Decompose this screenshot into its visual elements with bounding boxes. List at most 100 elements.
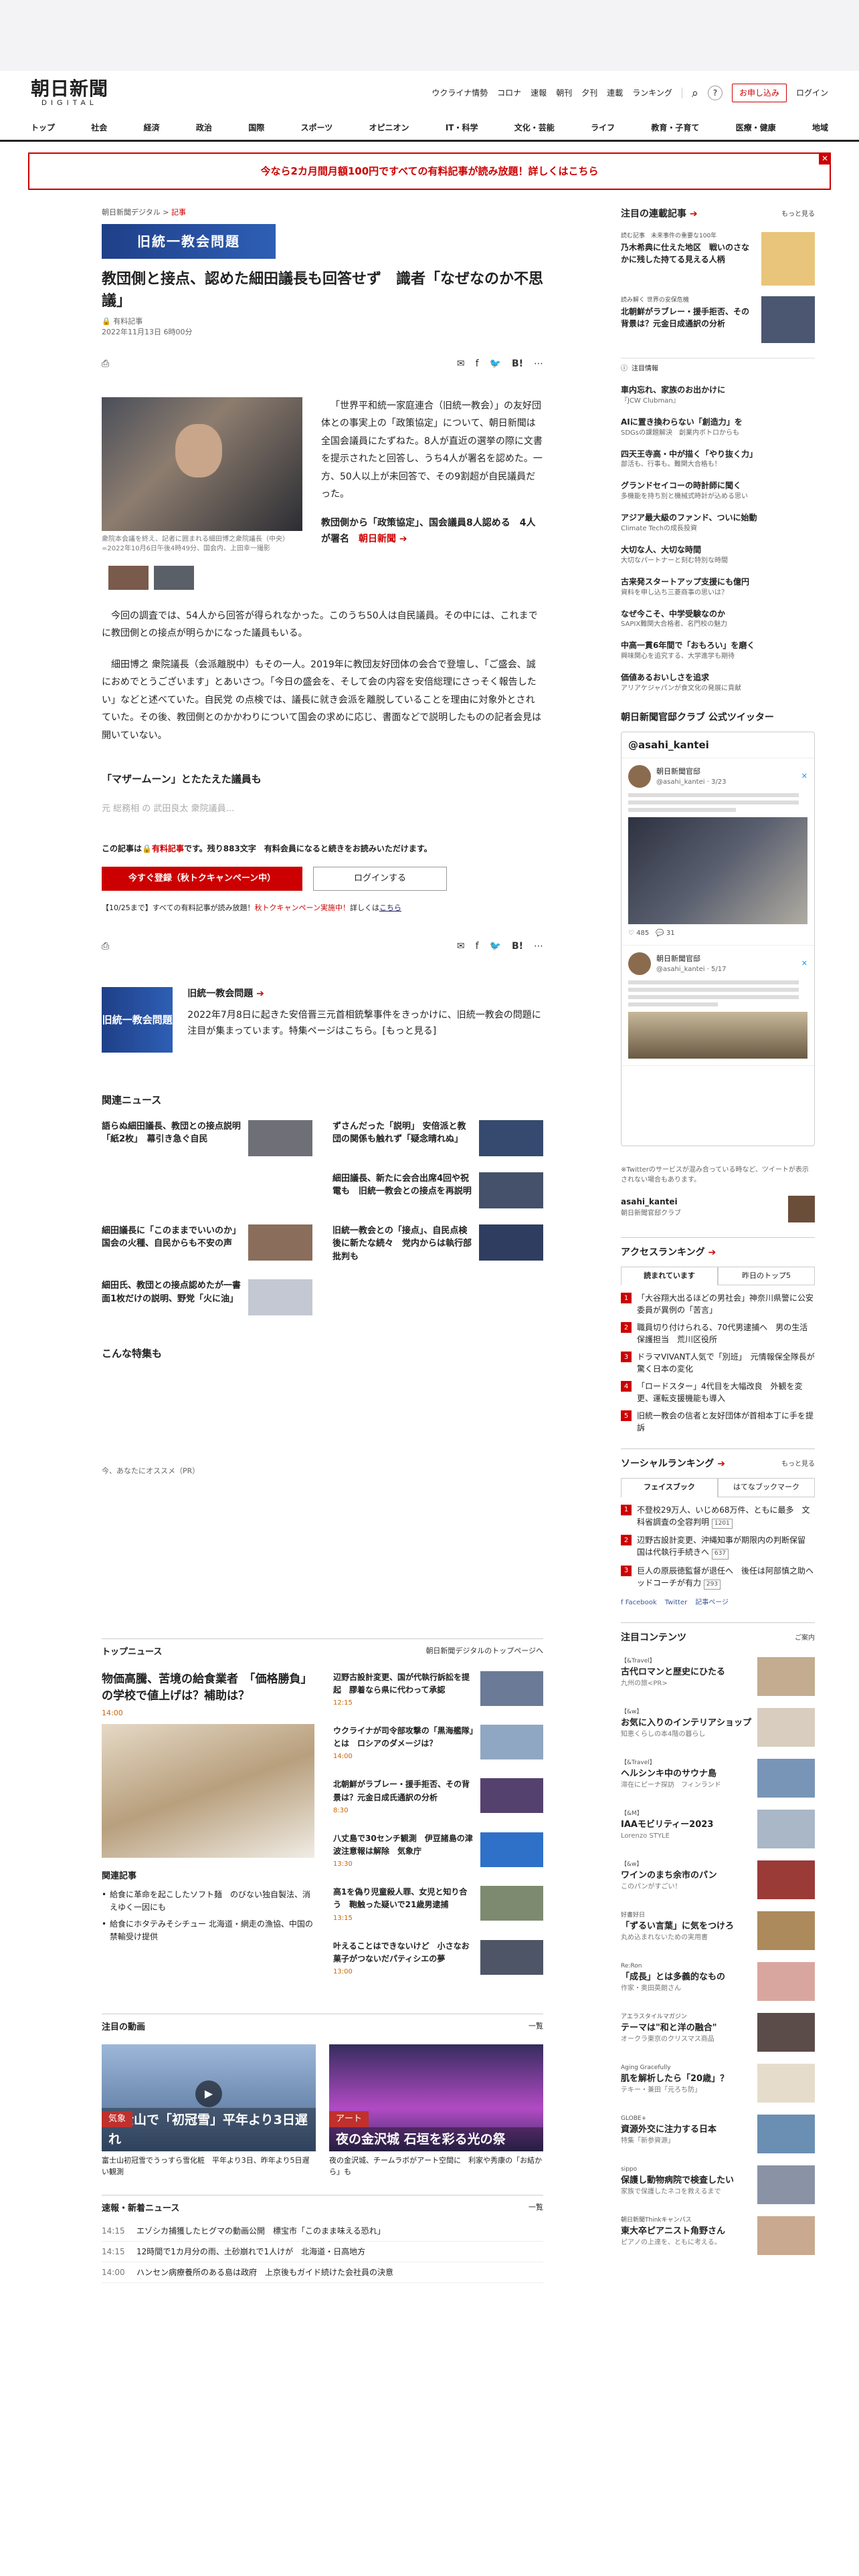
serial-more-link[interactable]: もっと見る bbox=[781, 209, 815, 219]
ranking-item[interactable]: 1 「大谷翔大出るほどの男社会」神奈川県警に公安委員が異例の「苦言」 bbox=[621, 1292, 815, 1316]
print-icon[interactable]: ⎙ bbox=[102, 357, 109, 371]
gnav-it-science[interactable]: IT・科学 bbox=[446, 122, 478, 134]
util-link-serial[interactable]: 連載 bbox=[607, 87, 623, 99]
article-page-link[interactable]: 記事ページ bbox=[695, 1598, 729, 1608]
tweet[interactable]: 朝日新聞官邸 @asahi_kantei · 5/17 ✕ bbox=[622, 946, 814, 1067]
mail-icon[interactable]: ✉ bbox=[457, 940, 465, 954]
apply-button[interactable]: お申し込み bbox=[731, 84, 787, 102]
social-ranking-item[interactable]: 2 辺野古設計変更、沖縄知事が期限内の判断保留 国は代執行手続きへ 637 bbox=[621, 1534, 815, 1560]
ad-item[interactable]: 四天王寺高・中が描く「やり抜く力」 部活も、行事も。難関大合格も！ bbox=[621, 449, 815, 470]
special-feature[interactable]: 旧統一教会問題 旧統一教会問題 ➔ 2022年7月8日に起きた安倍晋三元首相銃撃… bbox=[102, 987, 543, 1053]
ad-item[interactable]: 車内忘れ、家族のお出かけに 『JCW Clubman』 bbox=[621, 385, 815, 406]
social-more-link[interactable]: もっと見る bbox=[781, 1459, 815, 1469]
social-ranking-item[interactable]: 1 不登校29万人、いじめ68万件、ともに最多 文科省調査の全容判明 1201 bbox=[621, 1504, 815, 1529]
twitter-icon[interactable]: 🐦 bbox=[490, 940, 501, 954]
login-button[interactable]: ログインする bbox=[313, 866, 447, 891]
content-item[interactable]: 朝日新聞Thinkキャンパス 東大卒ピアニスト角野さん ピアノの上達を、ともに考える… bbox=[621, 2216, 815, 2256]
util-link-corona[interactable]: コロナ bbox=[497, 87, 521, 99]
hatena-icon[interactable]: B! bbox=[512, 357, 523, 371]
serial-item[interactable]: 読み解く 世界の安保危機 北朝鮮がラブレー・援手拒否、その背景は？元金日成通訳の分… bbox=[621, 296, 815, 343]
top-news-main-image[interactable] bbox=[102, 1724, 314, 1858]
ad-item[interactable]: 価値あるおいしさを追求 アリアケジャパンが食文化の発展に貢献 bbox=[621, 672, 815, 693]
thumbnail[interactable] bbox=[154, 565, 194, 590]
content-item[interactable]: GLOBE+ 資源外交に注力する日本 特集「新参資源」 bbox=[621, 2115, 815, 2154]
tab-yesterday-top5[interactable]: 昨日のトップ5 bbox=[718, 1266, 815, 1286]
search-icon[interactable]: ⌕ bbox=[692, 84, 698, 102]
ranking-item[interactable]: 5 旧統一教会の信者と友好団体が首相本丁に手を提訴 bbox=[621, 1410, 815, 1434]
ad-item[interactable]: 大切な人、大切な時間 大切なパートナーと刻む特別な時間 bbox=[621, 544, 815, 566]
twitter-account-name[interactable]: @asahi_kantei bbox=[622, 732, 814, 759]
gnav-economy[interactable]: 経済 bbox=[144, 122, 160, 134]
flash-item[interactable]: 14:00 ハンセン病療養所のある島は政府 上京後もガイド続けた会社員の決意 bbox=[102, 2262, 543, 2283]
related-news-item[interactable]: 旧統一教会との「接点」、自民点検後に新たな続々 党内からは執行部批判も bbox=[332, 1224, 543, 1264]
ad-item[interactable]: グランドセイコーの時計師に聞く 多機能を持ち別と機械式時計が込める思い bbox=[621, 480, 815, 502]
related-news-item[interactable]: 細田議長、新たに会合出席4回や祝電も 旧統一教会との接点を再説明 bbox=[332, 1172, 543, 1208]
article-photo[interactable] bbox=[102, 397, 302, 531]
videos-more-link[interactable]: 一覧 bbox=[529, 2021, 543, 2034]
gnav-region[interactable]: 地域 bbox=[812, 122, 828, 134]
twitter-link[interactable]: Twitter bbox=[665, 1598, 688, 1608]
breadcrumb-site[interactable]: 朝日新聞デジタル bbox=[102, 208, 161, 217]
facebook-icon[interactable]: f bbox=[476, 940, 479, 954]
ranking-item[interactable]: 2 職員切り付けられる、70代男逮捕へ 男の生活保護担当 荒川区役所 bbox=[621, 1321, 815, 1346]
gnav-society[interactable]: 社会 bbox=[91, 122, 107, 134]
campaign-banner[interactable]: 今なら2カ月間月額100円ですべての有料記事が読み放題！詳しくはこちら ✕ bbox=[28, 152, 831, 190]
util-link-flash[interactable]: 速報 bbox=[531, 87, 547, 99]
gnav-opinion[interactable]: オピニオン bbox=[369, 122, 409, 134]
content-item[interactable]: 【&w】 ワインのまち余市のパン このパンがすごい！ bbox=[621, 1860, 815, 1900]
ranking-item[interactable]: 3 ドラマVIVANT人気で「別班」 元情報保全隊長が驚く日本の変化 bbox=[621, 1351, 815, 1375]
top-news-item[interactable]: 辺野古設計変更、国が代執行訴訟を提起 膠着なら県に代わって承認 12:15 bbox=[333, 1671, 543, 1709]
related-news-item[interactable]: 細田議長に「このままでいいのか」 国会の火種、自民からも不安の声 bbox=[102, 1224, 312, 1264]
subscribe-button[interactable]: 今すぐ登録（秋トクキャンペーン中） bbox=[102, 866, 302, 891]
top-news-item[interactable]: 北朝鮮がラブレー・援手拒否、その背景は？元金日成氏通訳の分析 8:30 bbox=[333, 1778, 543, 1816]
util-link-ranking[interactable]: ランキング bbox=[632, 87, 672, 99]
twitter-account-card[interactable]: asahi_kantei 朝日新聞官邸クラブ bbox=[621, 1195, 815, 1222]
thumbnail[interactable] bbox=[108, 565, 149, 590]
content-item[interactable]: Aging Gracefully 肌を解析したら「20歳」？ テキー・兼田「元ろち防… bbox=[621, 2064, 815, 2103]
social-ranking-item[interactable]: 3 巨人の原辰徳監督が退任へ 後任は阿部慎之助ヘッドコーチが有力 293 bbox=[621, 1565, 815, 1590]
more-icon[interactable]: ⋯ bbox=[534, 357, 543, 371]
gnav-sports[interactable]: スポーツ bbox=[300, 122, 332, 134]
twitter-icon[interactable]: 🐦 bbox=[490, 357, 501, 371]
hatena-icon[interactable]: B! bbox=[512, 940, 523, 954]
content-item[interactable]: 【&w】 お気に入りのインテリアショップ 知恵くらしの本4階の暮らし bbox=[621, 1708, 815, 1747]
more-icon[interactable]: ⋯ bbox=[534, 940, 543, 954]
util-link-morning[interactable]: 朝刊 bbox=[556, 87, 572, 99]
related-news-item[interactable]: ずさんだった「説明」 安倍派と教団の関係も触れず「疑念晴れぬ」 bbox=[332, 1119, 543, 1156]
gnav-health[interactable]: 医療・健康 bbox=[736, 122, 776, 134]
contents-more-link[interactable]: ご案内 bbox=[795, 1633, 815, 1643]
ad-item[interactable]: 古来発スタートアップ支援にも億円 資料を申し込ち三菱商事の思いは？ bbox=[621, 576, 815, 598]
content-item[interactable]: 【&Travel】 ヘルシンキ中のサウナ島 滞在にピーナ探訪 フィンランド bbox=[621, 1759, 815, 1798]
topic-tag-banner[interactable]: 旧統一教会問題 bbox=[102, 223, 276, 259]
gnav-top[interactable]: トップ bbox=[31, 122, 55, 134]
related-article-link[interactable]: 教団側から「政策協定」、国会議員8人認める 4人が署名 朝日新聞 ➔ bbox=[321, 516, 543, 548]
related-news-item[interactable]: 細田氏、教団との接点認めたが一書面1枚だけの説明、野党「火に油」 bbox=[102, 1279, 312, 1316]
tab-most-read[interactable]: 読まれています bbox=[621, 1266, 718, 1286]
related-article-item[interactable]: 給食にホタテみそシチュー 北海道・網走の漁協、中国の禁輸受け提供 bbox=[102, 1918, 314, 1943]
tweet[interactable]: 朝日新聞官邸 @asahi_kantei · 3/23 ✕ ♡ 485 💬 31 bbox=[622, 758, 814, 946]
content-item[interactable]: Re:Ron 「成長」とは多義的なもの 作家・奥田英朗さん bbox=[621, 1962, 815, 2002]
related-news-item[interactable]: 語らぬ細田議長、教団との接点説明「紙2枚」 幕引き急ぐ自民 bbox=[102, 1119, 312, 1156]
serial-item[interactable]: 読む記事 未来事件の重要な100年 乃木希典に仕えた地区 戦いのさなかに残した持て… bbox=[621, 232, 815, 286]
content-item[interactable]: 【&M】 IAAモビリティー2023 Lorenzo STYLE bbox=[621, 1810, 815, 1849]
flash-item[interactable]: 14:15 12時間で1カ月分の雨、土砂崩れで1人けが 北海道・日高地方 bbox=[102, 2242, 543, 2262]
close-icon[interactable]: ✕ bbox=[819, 152, 831, 165]
content-item[interactable]: 【&Travel】 古代ロマンと歴史にひたる 九州の旅<PR> bbox=[621, 1657, 815, 1697]
ad-item[interactable]: なぜ今こそ、中学受験なのか SAPIX難関大合格者、名門校の魅力 bbox=[621, 609, 815, 630]
flash-more-link[interactable]: 一覧 bbox=[529, 2202, 543, 2216]
util-link-evening[interactable]: 夕刊 bbox=[581, 87, 597, 99]
gnav-politics[interactable]: 政治 bbox=[196, 122, 212, 134]
tab-facebook[interactable]: フェイスブック bbox=[621, 1478, 718, 1497]
ad-item[interactable]: 中高一貫6年間で「おもろい」を磨く 興味関心を追究する、大学進学も期待 bbox=[621, 640, 815, 661]
mail-icon[interactable]: ✉ bbox=[457, 357, 465, 371]
video-card[interactable]: アート 夜の金沢城 石垣を彩る光の祭 夜の金沢城、チームラボがアート空間に 利家や… bbox=[329, 2044, 543, 2177]
util-link-ukraine[interactable]: ウクライナ情勢 bbox=[432, 87, 488, 99]
ad-item[interactable]: アジア最大級のファンド、ついに始動 Climate Techの成長投資 bbox=[621, 512, 815, 534]
gnav-culture[interactable]: 文化・芸能 bbox=[514, 122, 555, 134]
related-article-item[interactable]: 給食に革命を起こしたソフト麺 のびない独自製法、消えゆく一因にも bbox=[102, 1889, 314, 1914]
campaign-link[interactable]: こちら bbox=[379, 903, 401, 912]
top-news-item[interactable]: ウクライナが司令部攻撃の「黒海艦隊」とは ロシアのダメージは？ 14:00 bbox=[333, 1725, 543, 1762]
print-icon[interactable]: ⎙ bbox=[102, 940, 109, 954]
gnav-life[interactable]: ライフ bbox=[591, 122, 615, 134]
ad-item[interactable]: AIに置き換わらない「創造力」を SDGsの課題解決 創業内ボトロからも bbox=[621, 417, 815, 438]
